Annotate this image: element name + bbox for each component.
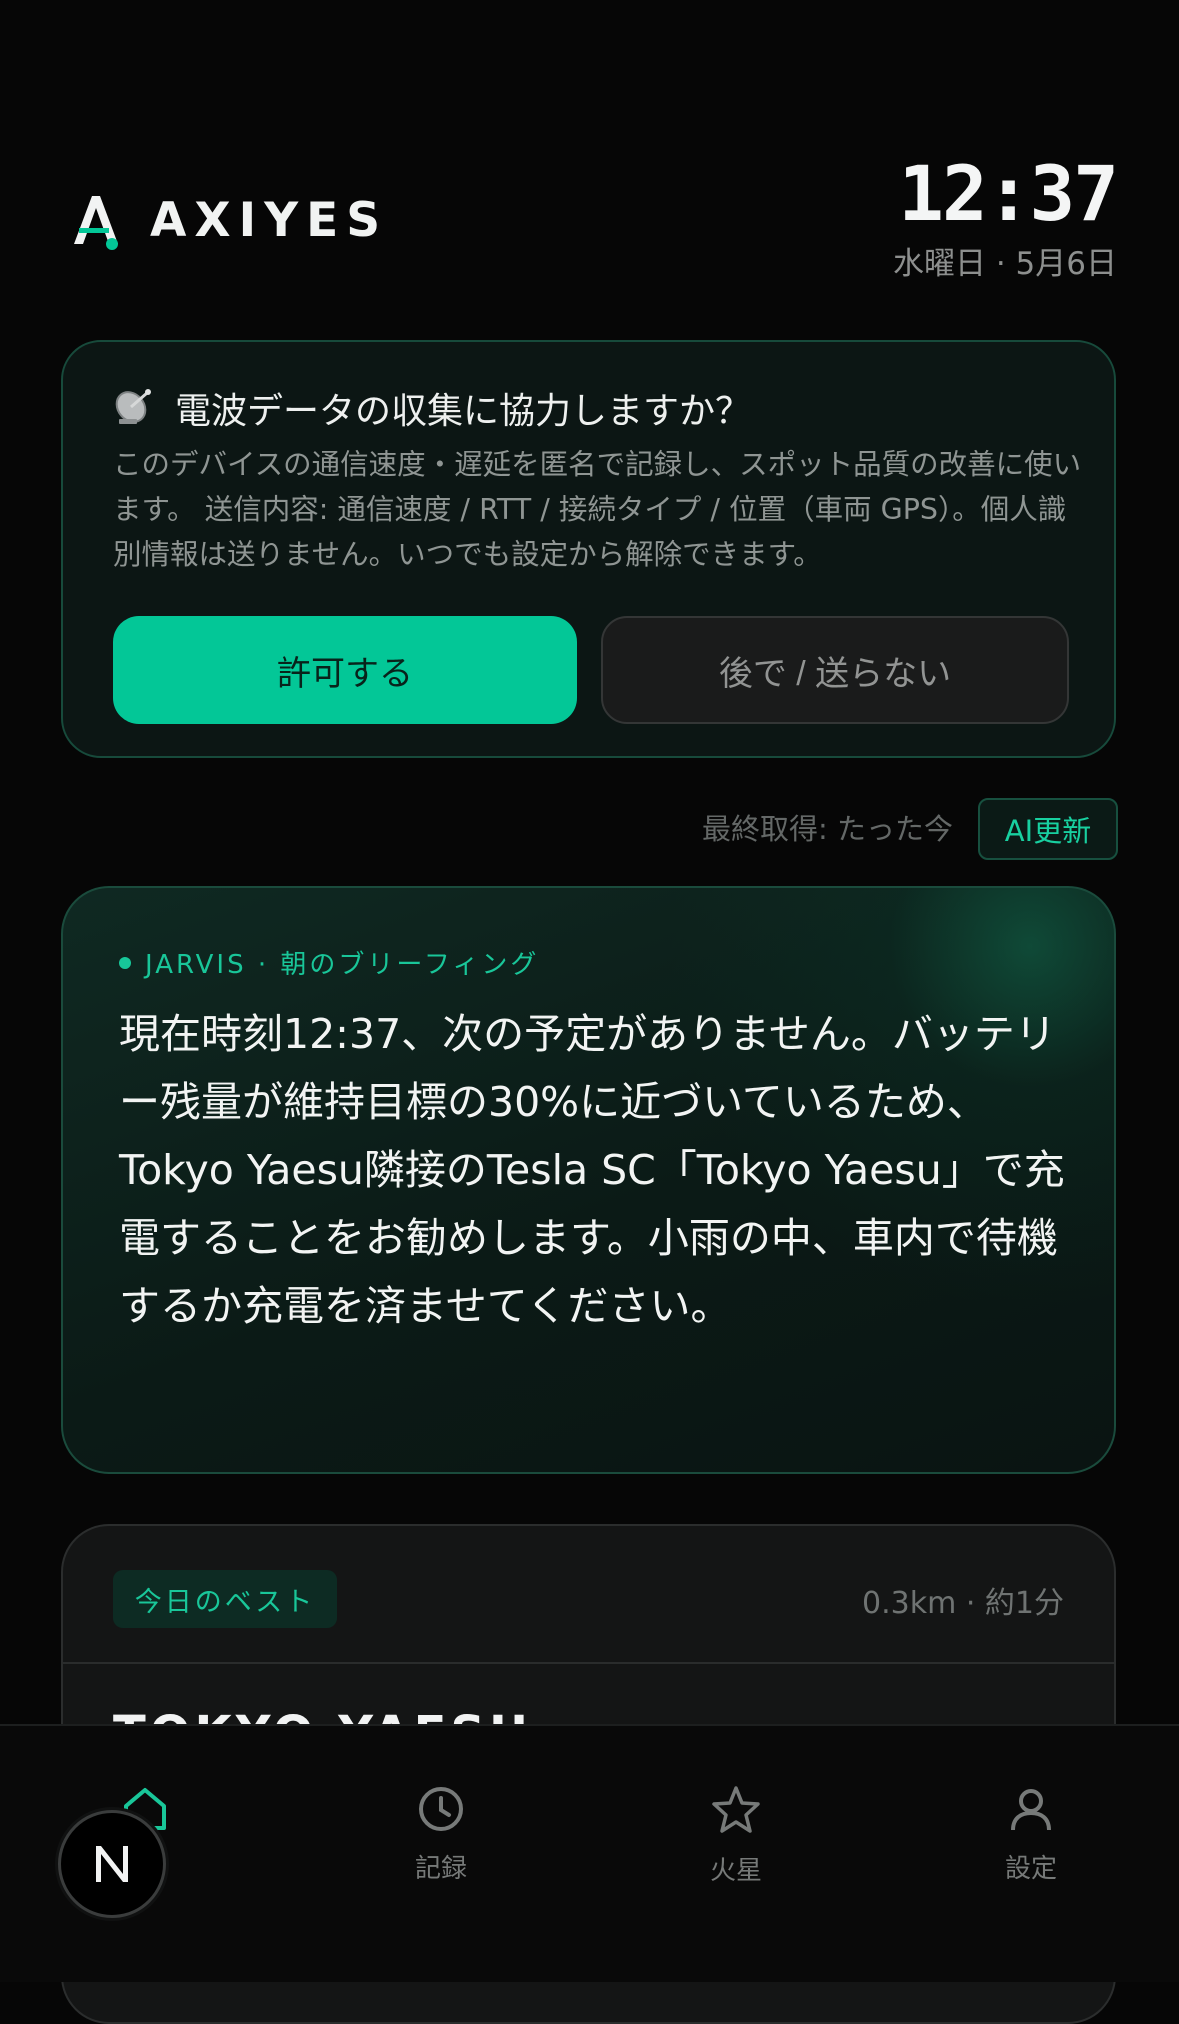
tab-label: 設定 <box>1004 1854 1057 1884</box>
briefing-card: JARVIS · 朝のブリーフィング 現在時刻12:37、次の予定がありません。… <box>61 886 1116 1474</box>
briefing-tag-label: JARVIS · 朝のブリーフィング <box>145 950 540 980</box>
n-icon <box>96 1846 128 1882</box>
tab-label: 火星 <box>709 1856 762 1886</box>
briefing-tag: JARVIS · 朝のブリーフィング <box>119 944 539 981</box>
satellite-dish-icon <box>113 385 155 431</box>
clock-icon <box>416 1784 466 1838</box>
n-floating-button[interactable] <box>58 1810 166 1918</box>
star-icon <box>710 1784 762 1840</box>
tab-settings[interactable]: 設定 <box>931 1784 1131 1885</box>
ai-refresh-button[interactable]: AI更新 <box>978 798 1118 860</box>
best-badge: 今日のベスト <box>113 1570 337 1628</box>
best-distance: 0.3km · 約1分 <box>861 1586 1064 1621</box>
consent-description: このデバイスの通信速度・遅延を匿名で記録し、スポット品質の改善に使います。 送信… <box>113 448 1082 571</box>
consent-title: 電波データの収集に協力しますか？ <box>175 391 752 432</box>
clock: 12:37 <box>898 149 1119 238</box>
date-label: 水曜日 · 5月6日 <box>892 246 1117 282</box>
user-icon <box>1006 1784 1056 1838</box>
decline-button[interactable]: 後で / 送らない <box>601 616 1069 724</box>
status-dot-icon <box>119 956 131 969</box>
brand-name: AXIYES <box>150 193 389 248</box>
data-consent-card: 電波データの収集に協力しますか？ このデバイスの通信速度・遅延を匿名で記録し、ス… <box>61 340 1116 758</box>
divider <box>63 1662 1114 1664</box>
tab-mars[interactable]: 火星 <box>636 1784 836 1887</box>
tab-history[interactable]: 記録 <box>341 1784 541 1885</box>
allow-button[interactable]: 許可する <box>113 616 577 724</box>
consent-header: 電波データの収集に協力しますか？ <box>113 382 751 434</box>
tab-bar: 今日 記録 火星 設定 <box>0 1724 1179 1982</box>
tab-label: 記録 <box>414 1854 467 1884</box>
briefing-text: 現在時刻12:37、次の予定がありません。バッテリー残量が維持目標の30%に近づ… <box>119 1010 1065 1330</box>
logo-icon <box>70 192 122 250</box>
last-fetch-label: 最終取得: たった今 <box>702 812 953 846</box>
